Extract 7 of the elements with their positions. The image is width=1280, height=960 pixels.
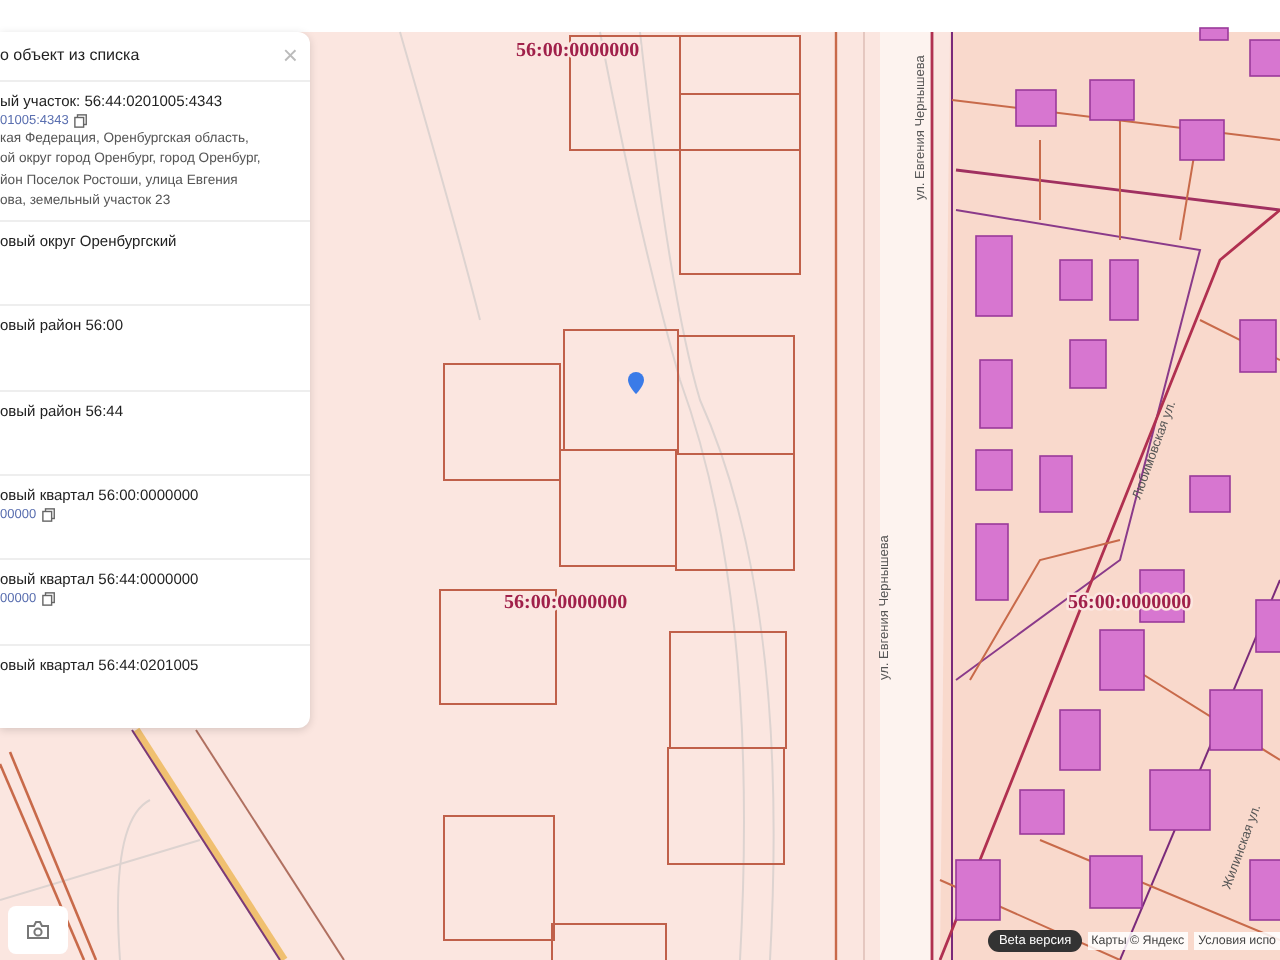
panel-title: о объект из списка: [0, 46, 140, 64]
camera-icon: [26, 920, 50, 940]
camera-button[interactable]: [8, 906, 68, 954]
copy-icon[interactable]: [42, 592, 57, 607]
copy-icon[interactable]: [42, 507, 57, 522]
copy-icon[interactable]: [74, 114, 89, 128]
location-pin-icon[interactable]: [628, 372, 644, 394]
